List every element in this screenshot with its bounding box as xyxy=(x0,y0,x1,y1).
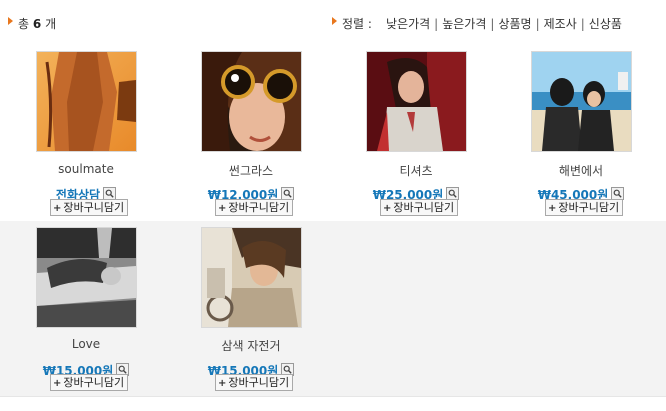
product-name[interactable]: 썬그라스 xyxy=(165,162,337,179)
product-card: soulmate 전화상담 + 장바구니담기 xyxy=(0,44,165,220)
product-card: 삼색 자전거 ₩15,000원 + 장바구니담기 xyxy=(165,221,330,396)
plus-icon: + xyxy=(53,203,62,214)
add-to-cart-button[interactable]: + 장바구니담기 xyxy=(50,199,129,216)
bullet-arrow-icon xyxy=(8,17,13,25)
product-card: 썬그라스 ₩12,000원 + 장바구니담기 xyxy=(165,44,330,220)
total-prefix: 총 xyxy=(18,17,30,31)
product-name[interactable]: soulmate xyxy=(0,162,172,176)
sort-new-link[interactable]: 신상품 xyxy=(589,17,622,31)
total-count: 총 6 개 xyxy=(18,15,56,32)
separator: | xyxy=(490,17,495,31)
product-card: 해변에서 ₩45,000원 + 장바구니담기 xyxy=(495,44,660,220)
product-list-header: 총 6 개 정렬 : 낮은가격 | 높은가격 | 상품명 | 제조사 | 신상품 xyxy=(0,0,666,36)
product-image-soulmate[interactable] xyxy=(36,51,137,152)
plus-icon: + xyxy=(383,203,392,214)
product-image-beach[interactable] xyxy=(531,51,632,152)
sort-low-price-link[interactable]: 낮은가격 xyxy=(386,17,430,31)
product-image-bicycle[interactable] xyxy=(201,227,302,328)
product-row: Love ₩15,000원 + 장바구니담기 삼색 자전거 ₩15,000원 + 장… xyxy=(0,221,666,396)
plus-icon: + xyxy=(53,378,62,389)
product-image-tshirt[interactable] xyxy=(366,51,467,152)
separator: | xyxy=(535,17,540,31)
cart-label: 장바구니담기 xyxy=(63,201,125,214)
sort-label: 정렬 : xyxy=(342,17,372,31)
cart-label: 장바구니담기 xyxy=(558,201,620,214)
product-image-sunglasses[interactable] xyxy=(201,51,302,152)
plus-icon: + xyxy=(548,203,557,214)
add-to-cart-button[interactable]: + 장바구니담기 xyxy=(215,374,294,391)
add-to-cart-button[interactable]: + 장바구니담기 xyxy=(215,199,294,216)
sort-options: 낮은가격 | 높은가격 | 상품명 | 제조사 | 신상품 xyxy=(386,15,622,32)
product-name[interactable]: Love xyxy=(0,337,172,351)
divider xyxy=(0,396,666,397)
separator: | xyxy=(580,17,585,31)
plus-icon: + xyxy=(218,203,227,214)
plus-icon: + xyxy=(218,378,227,389)
product-row: soulmate 전화상담 + 장바구니담기 썬그라스 ₩12,000원 + 장바구… xyxy=(0,44,666,220)
cart-label: 장바구니담기 xyxy=(63,376,125,389)
product-name[interactable]: 삼색 자전거 xyxy=(165,337,337,354)
product-name[interactable]: 해변에서 xyxy=(495,162,666,179)
sort-high-price-link[interactable]: 높은가격 xyxy=(442,17,486,31)
product-card: Love ₩15,000원 + 장바구니담기 xyxy=(0,221,165,396)
total-suffix: 개 xyxy=(45,17,57,31)
separator: | xyxy=(434,17,439,31)
sort-maker-link[interactable]: 제조사 xyxy=(544,17,577,31)
add-to-cart-button[interactable]: + 장바구니담기 xyxy=(380,199,459,216)
product-card: 티셔츠 ₩25,000원 + 장바구니담기 xyxy=(330,44,495,220)
add-to-cart-button[interactable]: + 장바구니담기 xyxy=(545,199,624,216)
sort-name-link[interactable]: 상품명 xyxy=(498,17,531,31)
cart-label: 장바구니담기 xyxy=(228,376,290,389)
product-name[interactable]: 티셔츠 xyxy=(330,162,502,179)
bullet-arrow-icon xyxy=(332,17,337,25)
add-to-cart-button[interactable]: + 장바구니담기 xyxy=(50,374,129,391)
cart-label: 장바구니담기 xyxy=(228,201,290,214)
total-number: 6 xyxy=(32,17,42,31)
cart-label: 장바구니담기 xyxy=(393,201,455,214)
product-image-love[interactable] xyxy=(36,227,137,328)
